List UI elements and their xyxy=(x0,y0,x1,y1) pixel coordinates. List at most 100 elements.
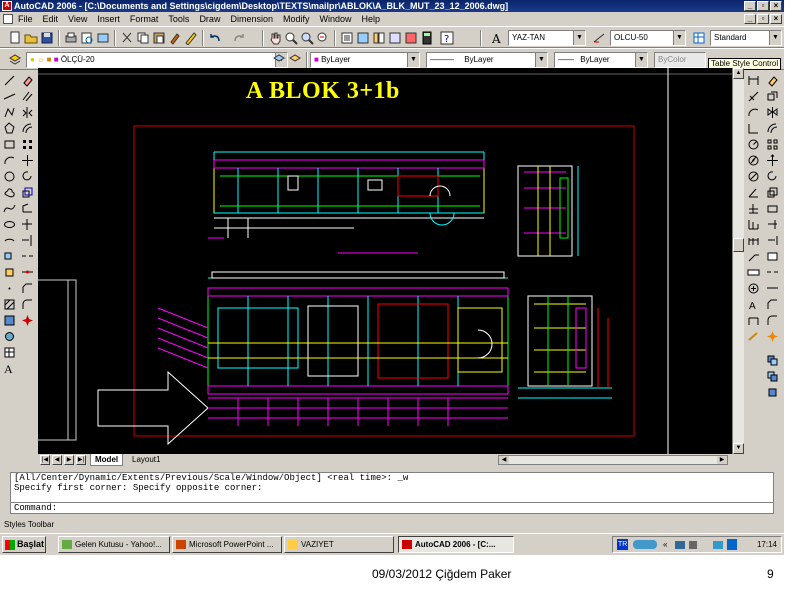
chevron-down-icon[interactable]: ▼ xyxy=(673,31,685,45)
copy-object-icon[interactable] xyxy=(766,90,779,103)
point-icon[interactable] xyxy=(3,282,16,295)
offset-icon[interactable] xyxy=(766,122,779,135)
table-style-dropdown[interactable]: Standard ▼ xyxy=(710,30,782,46)
close-button[interactable]: × xyxy=(770,1,782,11)
jogged-dimension-icon[interactable] xyxy=(747,154,760,167)
angular-dimension-icon[interactable] xyxy=(747,186,760,199)
line-icon[interactable] xyxy=(3,74,16,87)
stretch-icon[interactable] xyxy=(766,202,779,215)
ellipse-icon[interactable] xyxy=(3,218,16,231)
multiline-text-icon[interactable]: A xyxy=(4,362,17,376)
clock[interactable]: 17:14 xyxy=(757,537,777,552)
chamfer-icon[interactable] xyxy=(766,298,779,311)
sheet-set-icon[interactable] xyxy=(388,31,402,45)
chevron-down-icon[interactable]: ▼ xyxy=(635,53,647,67)
doc-minimize-button[interactable]: _ xyxy=(744,14,756,24)
arc-icon[interactable] xyxy=(3,154,16,167)
table-style-icon[interactable] xyxy=(692,31,706,45)
layer-previous-icon[interactable] xyxy=(288,53,302,67)
scale-icon[interactable] xyxy=(766,186,779,199)
chevron-down-icon[interactable]: ▼ xyxy=(407,53,419,67)
match-properties-icon[interactable] xyxy=(168,31,182,45)
make-current-layer-icon[interactable] xyxy=(272,53,286,67)
draworder-icon[interactable] xyxy=(766,354,779,367)
revcloud-icon[interactable] xyxy=(3,186,16,199)
layer-manager-icon[interactable] xyxy=(8,53,22,67)
break-at-point-icon[interactable] xyxy=(766,250,779,263)
color-dropdown[interactable]: ■ ByLayer ▼ xyxy=(310,52,420,68)
save-icon[interactable] xyxy=(40,31,54,45)
horizontal-scrollbar[interactable]: ◀ ▶ xyxy=(498,455,728,465)
new-icon[interactable] xyxy=(8,31,22,45)
offset-icon[interactable] xyxy=(21,122,34,135)
table-icon[interactable] xyxy=(3,346,16,359)
chevron-down-icon[interactable]: ▼ xyxy=(535,53,547,67)
tray-chevron-icon[interactable]: « xyxy=(663,537,667,552)
prev-tab-button[interactable]: ◀ xyxy=(52,455,62,465)
gradient-icon[interactable] xyxy=(3,314,16,327)
maximize-button[interactable]: ▫ xyxy=(757,1,769,11)
start-button[interactable]: Başlat xyxy=(2,536,46,553)
insert-block-icon[interactable] xyxy=(3,250,16,263)
autocad-app-icon[interactable]: A xyxy=(2,1,12,11)
linetype-dropdown[interactable]: ——— ByLayer ▼ xyxy=(426,52,548,68)
network-icon[interactable] xyxy=(675,541,685,549)
next-tab-button[interactable]: ▶ xyxy=(64,455,74,465)
construction-line-icon[interactable] xyxy=(3,90,16,103)
center-mark-icon[interactable] xyxy=(747,282,760,295)
first-tab-button[interactable]: |◀ xyxy=(40,455,50,465)
menu-window[interactable]: Window xyxy=(315,12,357,26)
chamfer-icon[interactable] xyxy=(21,282,34,295)
mirror-icon[interactable] xyxy=(766,106,779,119)
polygon-icon[interactable] xyxy=(3,122,16,135)
language-indicator[interactable]: TR xyxy=(617,539,629,550)
extend-icon[interactable] xyxy=(766,234,779,247)
ellipse-arc-icon[interactable] xyxy=(3,234,16,247)
menu-insert[interactable]: Insert xyxy=(92,12,125,26)
doc-close-button[interactable]: × xyxy=(770,14,782,24)
menu-dimension[interactable]: Dimension xyxy=(225,12,278,26)
baseline-dimension-icon[interactable] xyxy=(747,218,760,231)
rectangle-icon[interactable] xyxy=(3,138,16,151)
make-block-icon[interactable] xyxy=(3,266,16,279)
rotate-icon[interactable] xyxy=(766,170,779,183)
task-autocad[interactable]: AutoCAD 2006 - [C:... xyxy=(398,536,514,553)
vertical-scrollbar[interactable]: ▲ ▼ xyxy=(732,68,744,454)
command-window[interactable]: [All/Center/Dynamic/Extents/Previous/Sca… xyxy=(10,472,774,514)
calculator-icon[interactable] xyxy=(420,31,434,45)
region-icon[interactable] xyxy=(3,330,16,343)
array-icon[interactable] xyxy=(21,138,34,151)
dimension-edit-icon[interactable]: A xyxy=(747,298,760,311)
array-icon[interactable] xyxy=(766,138,779,151)
menu-file[interactable]: File xyxy=(13,12,38,26)
tab-layout1[interactable]: Layout1 xyxy=(128,454,164,466)
undo-icon[interactable] xyxy=(208,31,222,45)
dimension-text-edit-icon[interactable] xyxy=(747,314,760,327)
scroll-up-button[interactable]: ▲ xyxy=(733,68,744,79)
quick-dimension-icon[interactable] xyxy=(747,202,760,215)
task-vaziyet[interactable]: VAZIYET xyxy=(284,536,394,553)
cpu-speed-icon[interactable] xyxy=(727,539,737,550)
task-powerpoint[interactable]: Microsoft PowerPoint ... xyxy=(172,536,282,553)
cut-icon[interactable] xyxy=(120,31,134,45)
command-input[interactable]: Command: xyxy=(11,502,773,513)
zoom-previous-icon[interactable] xyxy=(316,31,330,45)
text-style-icon[interactable]: A xyxy=(490,31,504,45)
print-icon[interactable] xyxy=(64,31,78,45)
break-icon[interactable] xyxy=(766,266,779,279)
tray-app-icon[interactable] xyxy=(633,540,657,549)
doc-restore-button[interactable]: ▫ xyxy=(757,14,769,24)
break-icon[interactable] xyxy=(21,250,34,263)
minimize-button[interactable]: _ xyxy=(744,1,756,11)
radius-dimension-icon[interactable] xyxy=(747,138,760,151)
hatch-icon[interactable] xyxy=(3,298,16,311)
arc-length-icon[interactable] xyxy=(747,106,760,119)
plotstyle-dropdown[interactable]: ByColor xyxy=(654,52,706,68)
trim-icon[interactable] xyxy=(766,218,779,231)
last-tab-button[interactable]: ▶| xyxy=(76,455,86,465)
redo-icon[interactable] xyxy=(232,31,246,45)
stretch-icon[interactable] xyxy=(21,202,34,215)
tolerance-icon[interactable] xyxy=(747,266,760,279)
fillet-icon[interactable] xyxy=(766,314,779,327)
scale-icon[interactable] xyxy=(21,186,34,199)
